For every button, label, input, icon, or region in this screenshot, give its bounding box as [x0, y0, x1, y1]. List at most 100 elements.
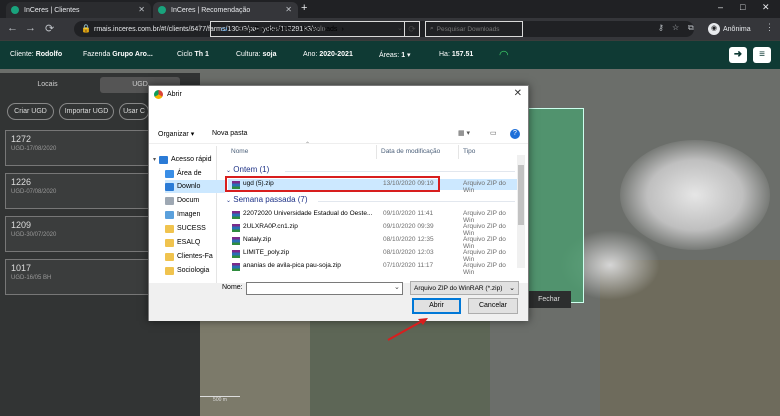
importar-ugd-button[interactable]: Importar UGD: [59, 103, 114, 120]
fechar-button[interactable]: Fechar: [527, 291, 571, 308]
browser-tab-clientes[interactable]: InCeres | Clientes ✕: [6, 2, 151, 18]
filetype-select[interactable]: Arquivo ZIP do WinRAR (*.zip) ⌄: [410, 281, 519, 295]
nav-item-area-de-trabalho[interactable]: Área de: [165, 167, 225, 180]
nav-item-acesso-rapido[interactable]: ▾ Acesso rápid: [153, 153, 213, 166]
view-options-icon[interactable]: ▦ ▾: [458, 129, 470, 137]
tab-locais[interactable]: Locais: [5, 77, 90, 93]
column-header-type[interactable]: Tipo: [463, 148, 475, 155]
ha-value: 157.51: [451, 51, 474, 58]
filename-input[interactable]: [246, 282, 403, 295]
minimize-button[interactable]: –: [718, 2, 723, 12]
nav-label: Sociologia: [177, 267, 210, 274]
search-input[interactable]: ⌕ Pesquisar Downloads: [425, 21, 523, 37]
ugd-card[interactable]: 1017 UGD-16/05 BH: [5, 259, 150, 295]
ugd-card[interactable]: 1209 UGD-30/07/2020: [5, 216, 150, 252]
nav-label: Docum: [177, 197, 200, 204]
exit-arrow-icon: ➜: [733, 49, 743, 60]
nav-item-documentos[interactable]: Docum: [165, 194, 225, 207]
menu-button[interactable]: ≡: [753, 47, 771, 63]
forward-arrow-icon[interactable]: →: [172, 22, 182, 33]
file-date: 07/10/2020 11:17: [383, 262, 434, 269]
path-breadcrumb[interactable]: ▭ › Este Computador › Downloads ›: [210, 21, 420, 37]
column-separator[interactable]: [458, 145, 459, 159]
file-row[interactable]: ananias de avila-pica pau-soja.zip 07/10…: [228, 261, 518, 276]
menu-kebab-icon[interactable]: ⋮: [765, 22, 774, 33]
ano-value: 2020-2021: [319, 51, 353, 58]
star-icon: [159, 155, 169, 164]
group-divider: [285, 171, 515, 172]
breadcrumb-item[interactable]: Este Computador: [238, 26, 292, 33]
scrollbar-thumb[interactable]: [518, 165, 524, 225]
filename-label: Nome:: [222, 284, 243, 291]
file-date: 08/10/2020 12:35: [383, 236, 434, 243]
cancelar-button[interactable]: Cancelar: [468, 298, 518, 314]
winrar-zip-icon: [232, 211, 240, 219]
profile-button[interactable]: ◉ Anônima: [708, 21, 751, 37]
up-arrow-icon[interactable]: ↑: [197, 22, 202, 33]
file-row[interactable]: 2ULXRA0P.cn1.zip 09/10/2020 09:39 Arquiv…: [228, 222, 518, 237]
winrar-zip-icon: [232, 224, 240, 232]
nav-item-sociologia[interactable]: Sociologia: [165, 264, 225, 277]
file-date: 09/10/2020 09:39: [383, 223, 434, 230]
column-separator[interactable]: [376, 145, 377, 159]
chevron-down-icon[interactable]: ⌄: [187, 24, 194, 33]
refresh-icon[interactable]: ⟳: [404, 21, 420, 37]
cultura-field: Cultura: soja: [236, 51, 276, 58]
nav-item-downloads[interactable]: Downlo: [165, 180, 225, 193]
extensions-icon[interactable]: ⧉: [688, 23, 694, 33]
nav-item-sucesso[interactable]: SUCESS: [165, 222, 225, 235]
nav-item-esalq[interactable]: ESALQ: [165, 236, 225, 249]
chevron-down-icon: ▾: [407, 52, 411, 59]
forward-arrow-icon[interactable]: →: [25, 22, 36, 34]
exit-button[interactable]: ➜: [729, 47, 747, 63]
file-date: 09/10/2020 11:41: [383, 210, 434, 217]
preview-pane-icon[interactable]: ▭: [490, 129, 497, 137]
back-arrow-icon[interactable]: ←: [7, 22, 18, 34]
winrar-zip-icon: [232, 237, 240, 245]
breadcrumb-item[interactable]: Downloads: [303, 26, 338, 33]
cliente-label: Cliente:: [10, 51, 34, 58]
tab-label: InCeres | Clientes: [24, 6, 80, 14]
organizar-label: Organizar: [158, 131, 189, 138]
ugd-card[interactable]: 1226 UGD-07/08/2020: [5, 173, 150, 209]
nav-item-imagens[interactable]: Imagen: [165, 208, 225, 221]
sort-chevron-icon: ⌃: [305, 142, 311, 148]
star-icon[interactable]: ☆: [672, 23, 679, 32]
chrome-icon: [154, 90, 163, 99]
chevron-down-icon[interactable]: ⌄: [394, 283, 400, 291]
file-row[interactable]: 22072020 Universidade Estadual do Oeste.…: [228, 209, 518, 224]
help-icon[interactable]: ?: [510, 129, 520, 139]
group-header-semana-passada[interactable]: ⌄ Semana passada (7): [226, 195, 308, 204]
path-dropdown-icon[interactable]: ⌄: [397, 24, 403, 32]
close-tab-icon[interactable]: ✕: [138, 5, 145, 14]
key-icon[interactable]: ⚷: [658, 23, 664, 32]
column-header-name[interactable]: Nome: [231, 148, 248, 155]
new-tab-button[interactable]: +: [301, 2, 307, 14]
criar-ugd-button[interactable]: Criar UGD: [7, 103, 54, 120]
nav-item-clientes[interactable]: Clientes-Fa: [165, 250, 225, 263]
search-placeholder: Pesquisar Downloads: [436, 25, 500, 33]
maximize-button[interactable]: □: [740, 2, 745, 12]
nova-pasta-button[interactable]: Nova pasta: [212, 130, 247, 137]
close-window-button[interactable]: ✕: [762, 2, 770, 13]
incognito-avatar-icon: ◉: [708, 23, 720, 35]
column-header-date[interactable]: Data de modificação: [381, 148, 440, 155]
highlight-annotation-box: [225, 176, 440, 192]
back-arrow-icon[interactable]: ←: [157, 22, 167, 33]
areas-field[interactable]: Áreas: 1 ▾: [379, 51, 411, 59]
close-icon[interactable]: ✕: [514, 88, 522, 99]
areas-label: Áreas:: [379, 52, 400, 59]
folder-icon: [165, 266, 174, 275]
file-row[interactable]: LIMITE_poly.zip 08/10/2020 12:03 Arquivo…: [228, 248, 518, 263]
organizar-menu[interactable]: Organizar ▾: [158, 130, 194, 138]
group-header-ontem[interactable]: ⌄ Ontem (1): [226, 165, 269, 174]
cliente-value: Rodolfo: [35, 51, 63, 58]
close-tab-icon[interactable]: ✕: [285, 5, 292, 14]
browser-tab-recomendacao[interactable]: InCeres | Recomendação ✕: [153, 2, 298, 18]
search-icon: ⌕: [430, 25, 434, 32]
dialog-titlebar: Abrir ✕: [149, 86, 528, 103]
ugd-card[interactable]: 1272 UGD-17/08/2020: [5, 130, 150, 166]
usar-button[interactable]: Usar C: [119, 103, 149, 120]
file-row[interactable]: Nataly.zip 08/10/2020 12:35 Arquivo ZIP …: [228, 235, 518, 250]
reload-icon[interactable]: ⟳: [45, 22, 54, 35]
